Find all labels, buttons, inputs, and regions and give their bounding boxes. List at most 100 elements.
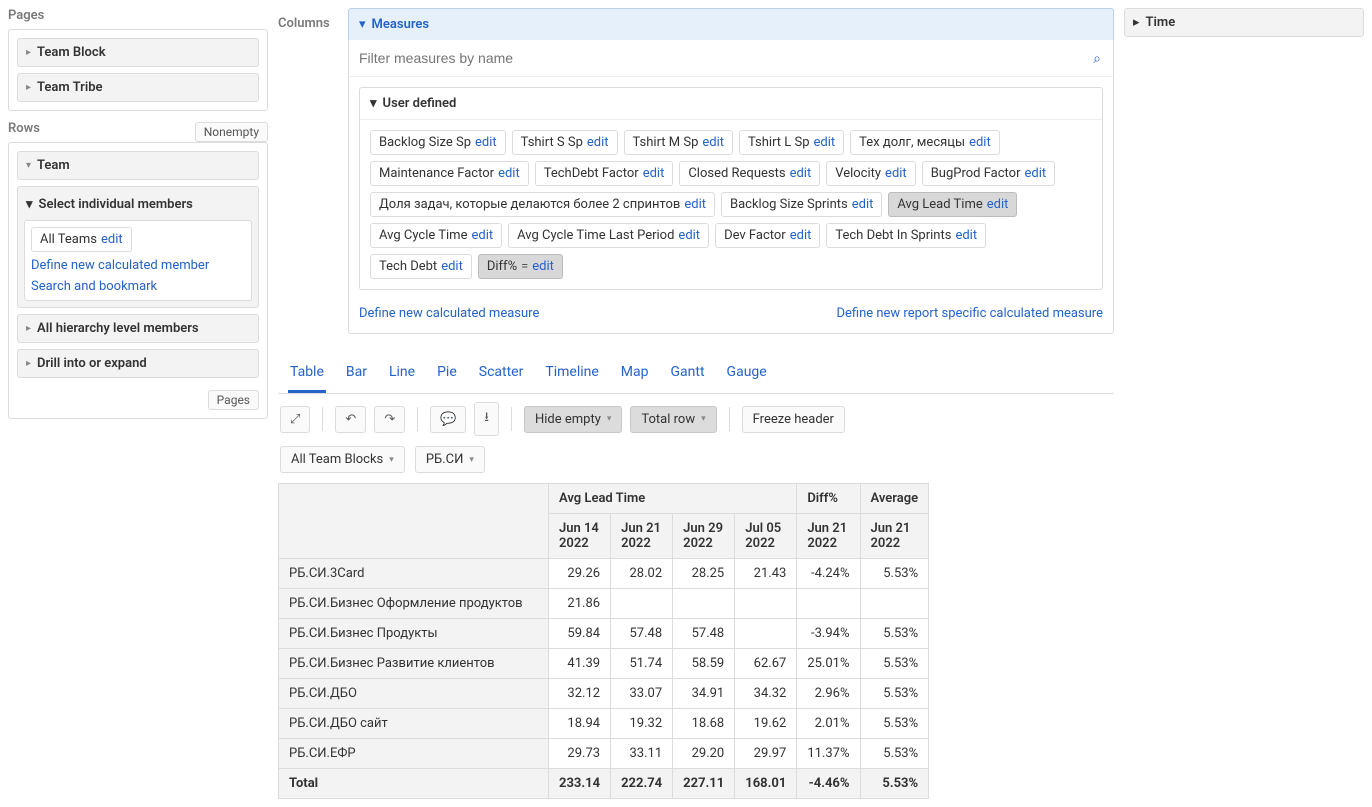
col-date-header[interactable]: Jun 212022: [860, 514, 929, 559]
table-row[interactable]: РБ.СИ.ЕФР29.7333.1129.2029.9711.37%5.53%: [279, 739, 929, 769]
table-row[interactable]: РБ.СИ.ДБО32.1233.0734.9134.322.96%5.53%: [279, 679, 929, 709]
tab-timeline[interactable]: Timeline: [543, 358, 600, 393]
comment-icon[interactable]: 💬: [430, 406, 466, 433]
tab-table[interactable]: Table: [288, 358, 326, 393]
measure-chip[interactable]: BugProd Factor edit: [922, 161, 1055, 186]
measure-chip-label: Backlog Size Sp: [379, 135, 471, 150]
measure-chip-edit[interactable]: edit: [852, 197, 874, 212]
measures-header[interactable]: ▾ Measures: [348, 8, 1114, 40]
define-member-link[interactable]: Define new calculated member: [31, 258, 245, 273]
col-date-header[interactable]: Jun 212022: [797, 514, 860, 559]
time-row[interactable]: ▸ Time: [1124, 8, 1364, 37]
measure-chip[interactable]: Доля задач, которые делаются более 2 спр…: [370, 192, 715, 217]
col-date-header[interactable]: Jun 212022: [611, 514, 673, 559]
define-measure-link[interactable]: Define new calculated measure: [359, 306, 539, 321]
table-row[interactable]: РБ.СИ.Бизнес Развитие клиентов41.3951.74…: [279, 649, 929, 679]
tab-gantt[interactable]: Gantt: [669, 358, 707, 393]
all-blocks-dropdown[interactable]: All Team Blocks ▾: [280, 446, 405, 473]
measure-chip-edit[interactable]: edit: [702, 135, 724, 150]
all-teams-edit[interactable]: edit: [101, 232, 123, 247]
measure-chip-edit[interactable]: edit: [678, 228, 700, 243]
tab-scatter[interactable]: Scatter: [477, 358, 526, 393]
measure-chip-diff[interactable]: Diff% = edit: [478, 254, 563, 279]
define-report-measure-link[interactable]: Define new report specific calculated me…: [836, 306, 1103, 321]
measure-chip[interactable]: Backlog Size Sp edit: [370, 130, 506, 155]
measure-chip[interactable]: Avg Lead Timeedit: [888, 192, 1017, 217]
cell: 62.67: [735, 649, 797, 679]
expand-icon[interactable]: ⤢: [280, 406, 310, 433]
measure-chip[interactable]: Tshirt S Spedit: [512, 130, 618, 155]
col-group-header[interactable]: Avg Lead Time: [549, 484, 797, 514]
total-row-toggle[interactable]: Total row ▾: [630, 406, 716, 433]
redo-icon[interactable]: ↷: [374, 406, 405, 433]
table-row[interactable]: РБ.СИ.ДБО сайт18.9419.3218.6819.622.01%5…: [279, 709, 929, 739]
measure-chip-edit[interactable]: edit: [814, 135, 836, 150]
search-bookmark-link[interactable]: Search and bookmark: [31, 279, 245, 294]
measure-chip[interactable]: Тех долг, месяцыedit: [850, 130, 1000, 155]
measure-chip-edit[interactable]: edit: [643, 166, 665, 181]
team-label: Team: [37, 158, 70, 173]
col-date-header[interactable]: Jun 292022: [673, 514, 735, 559]
measure-chip[interactable]: TechDebt Factoredit: [535, 161, 674, 186]
col-date-header[interactable]: Jul 052022: [735, 514, 797, 559]
freeze-header-button[interactable]: Freeze header: [742, 406, 845, 433]
measure-chip-edit[interactable]: edit: [885, 166, 907, 181]
measure-chip-edit[interactable]: edit: [790, 228, 812, 243]
measure-chip-edit[interactable]: edit: [498, 166, 520, 181]
col-date-header[interactable]: Jun 142022: [549, 514, 611, 559]
team-row[interactable]: ▾ Team: [17, 151, 259, 180]
all-teams-chip[interactable]: All Teams edit: [31, 227, 132, 252]
measure-chip[interactable]: Velocityedit: [826, 161, 915, 186]
col-group-header[interactable]: Diff%: [797, 484, 860, 514]
tab-bar[interactable]: Bar: [344, 358, 369, 393]
measure-chip-edit[interactable]: edit: [969, 135, 991, 150]
measure-chip[interactable]: Closed Requestsedit: [679, 161, 820, 186]
measures-filter-input[interactable]: [349, 40, 1113, 77]
measure-chip[interactable]: Tshirt L Spedit: [739, 130, 844, 155]
measure-chip-edit[interactable]: edit: [532, 259, 554, 274]
export-icon[interactable]: ⭳: [474, 402, 499, 436]
measure-chip[interactable]: Tech Debtedit: [370, 254, 472, 279]
measure-chip[interactable]: Maintenance Factor edit: [370, 161, 529, 186]
undo-icon[interactable]: ↶: [335, 406, 366, 433]
tab-pie[interactable]: Pie: [435, 358, 459, 393]
pages-button[interactable]: Pages: [208, 390, 259, 410]
measure-chip[interactable]: Avg Cycle Timeedit: [370, 223, 502, 248]
measure-chip-edit[interactable]: edit: [441, 259, 463, 274]
measure-chip-edit[interactable]: edit: [987, 197, 1009, 212]
select-members-header[interactable]: ▾ Select individual members: [24, 193, 252, 220]
tab-gauge[interactable]: Gauge: [725, 358, 769, 393]
col-group-header[interactable]: Average: [860, 484, 929, 514]
measure-chip-edit[interactable]: edit: [475, 135, 497, 150]
table-row[interactable]: РБ.СИ.3Card29.2628.0228.2521.43-4.24%5.5…: [279, 559, 929, 589]
nonempty-toggle[interactable]: Nonempty: [195, 122, 268, 142]
measure-chip-label: Maintenance Factor: [379, 166, 494, 181]
cell: -4.24%: [797, 559, 860, 589]
measure-chip[interactable]: Tshirt M Spedit: [624, 130, 734, 155]
measure-chip[interactable]: Backlog Size Sprintsedit: [721, 192, 882, 217]
tab-map[interactable]: Map: [619, 358, 651, 393]
team-block-row[interactable]: ▸ Team Block: [17, 38, 259, 67]
tab-line[interactable]: Line: [387, 358, 417, 393]
hide-empty-toggle[interactable]: Hide empty ▾: [524, 406, 622, 433]
measure-chip[interactable]: Tech Debt In Sprintsedit: [826, 223, 986, 248]
cell: [673, 589, 735, 619]
measure-chip-edit[interactable]: edit: [955, 228, 977, 243]
measure-chip[interactable]: Avg Cycle Time Last Periodedit: [508, 223, 709, 248]
drill-row[interactable]: ▸ Drill into or expand: [17, 349, 259, 378]
measure-chip-edit[interactable]: edit: [471, 228, 493, 243]
table-row[interactable]: РБ.СИ.Бизнес Оформление продуктов21.86: [279, 589, 929, 619]
measure-chip-edit[interactable]: edit: [684, 197, 706, 212]
team-tribe-row[interactable]: ▸ Team Tribe: [17, 73, 259, 102]
rbsi-dropdown[interactable]: РБ.СИ ▾: [415, 446, 485, 473]
all-hierarchy-row[interactable]: ▸ All hierarchy level members: [17, 314, 259, 343]
measure-chip-label: Tshirt M Sp: [633, 135, 699, 150]
measure-chip-edit[interactable]: edit: [587, 135, 609, 150]
table-row[interactable]: РБ.СИ.Бизнес Продукты59.8457.4857.48-3.9…: [279, 619, 929, 649]
all-blocks-label: All Team Blocks: [291, 452, 383, 467]
measure-chip[interactable]: Dev Factoredit: [715, 223, 820, 248]
user-defined-header[interactable]: ▾ User defined: [360, 88, 1102, 120]
measure-chip-edit[interactable]: edit: [1025, 166, 1047, 181]
measure-chip-edit[interactable]: edit: [790, 166, 812, 181]
measure-chip-label: BugProd Factor: [931, 166, 1021, 181]
